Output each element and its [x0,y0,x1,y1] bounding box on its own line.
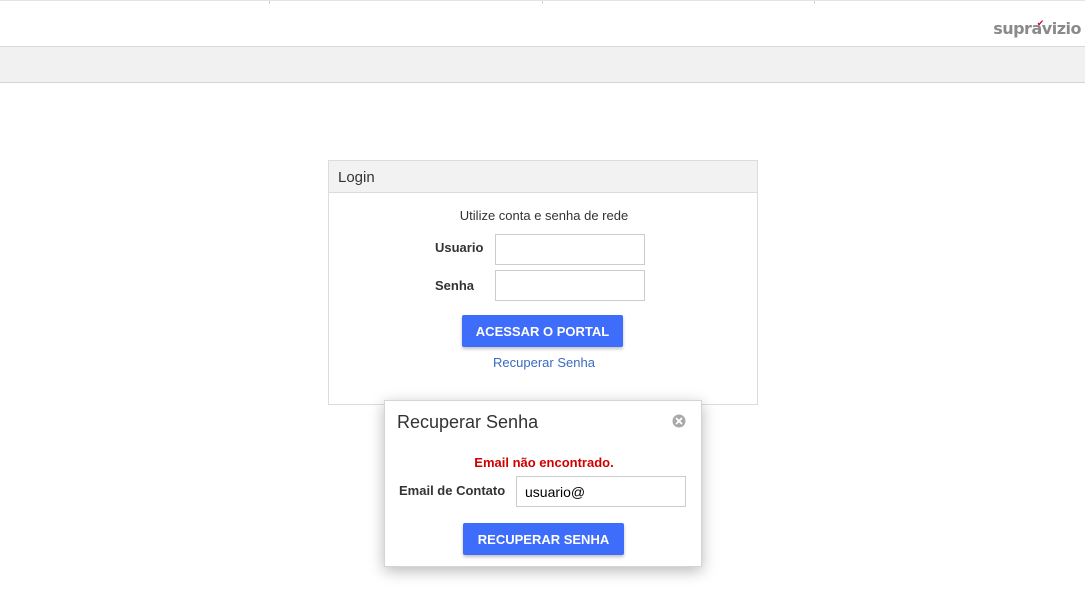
username-input[interactable] [495,234,645,265]
recover-password-link[interactable]: Recuperar Senha [329,355,759,370]
login-hint: Utilize conta e senha de rede [459,208,629,223]
username-label: Usuario [435,240,484,255]
recover-password-dialog: Recuperar Senha Email não encontrado. Em… [384,400,702,567]
recover-password-button[interactable]: RECUPERAR SENHA [463,523,624,555]
logo-text-part1: supra [993,19,1042,38]
email-input[interactable] [516,476,686,507]
top-header: supra✔vizio [0,0,1085,47]
access-portal-button[interactable]: ACESSAR O PORTAL [462,315,623,347]
email-label: Email de Contato [399,483,506,498]
login-panel: Login Utilize conta e senha de rede Usua… [328,160,758,405]
nav-bar [0,47,1085,83]
error-message: Email não encontrado. [474,455,614,470]
logo: supra✔vizio [993,19,1081,38]
logo-text-part2: vizio [1041,19,1082,38]
header-divider [269,1,270,4]
header-divider [542,1,543,4]
header-divider [814,1,815,4]
logo-check-mark: ✔ [1036,19,1045,29]
dialog-title: Recuperar Senha [397,412,539,432]
password-label: Senha [435,278,475,293]
password-input[interactable] [495,270,645,301]
close-icon[interactable] [672,414,686,428]
login-panel-title: Login [329,161,757,193]
